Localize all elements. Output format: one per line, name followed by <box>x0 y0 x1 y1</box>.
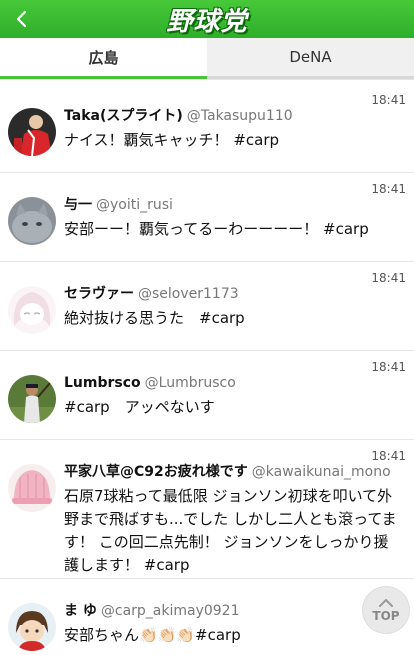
tweet-text: 安部ちゃん👏🏻👏🏻👏🏻#carp <box>64 626 241 644</box>
avatar[interactable] <box>8 603 56 651</box>
user-name[interactable]: セラヴァー <box>64 286 134 302</box>
scroll-to-top-button[interactable]: TOP <box>363 587 409 633</box>
tweet-text: 石原7球粘って最低限 ジョンソン初球を叩いて外野まで飛ばすも...でした しかし… <box>64 487 397 574</box>
tweet-text: 絶対抜ける思うた #carp <box>64 309 245 327</box>
tweet-time: 18:41 <box>371 93 406 107</box>
user-handle[interactable]: @carp_akimay0921 <box>101 603 240 619</box>
user-name[interactable]: 平家八草@C92お疲れ様です <box>64 464 248 480</box>
tweet-time: 18:41 <box>371 182 406 196</box>
tweet-item[interactable]: 18:41 Taka(スプライト) @Takasupu110 ナイス！覇気キャッチ… <box>0 84 414 173</box>
app-header: 野球党 <box>0 0 414 38</box>
user-name[interactable]: Taka(スプライト) <box>64 108 183 124</box>
user-handle[interactable]: @Takasupu110 <box>187 108 293 124</box>
tweet-text: ナイス！覇気キャッチ！ #carp <box>64 131 280 149</box>
tweet-text: #carp アッペないす <box>64 398 215 416</box>
tweet-item[interactable]: 18:41 Lumbrsco @Lumbrusco #carp アッペないす <box>0 351 414 440</box>
tweet-item[interactable]: 18:41 セラヴァー @selover1173 絶対抜ける思うた #carp <box>0 262 414 351</box>
tweet-time: 18:41 <box>371 449 406 463</box>
tweet-item[interactable]: 18:41 与一 @yoiti_rusi 安部ーー！覇気ってるーわーーーー！ #c… <box>0 173 414 262</box>
chevron-left-icon <box>16 10 27 28</box>
tweet-time: 18:41 <box>371 360 406 374</box>
tab-bar: 広島 DeNA <box>0 38 414 80</box>
chevron-up-icon <box>379 598 393 607</box>
tab-dena[interactable]: DeNA <box>207 38 414 79</box>
tweet-time: 18:41 <box>371 271 406 285</box>
tweet-feed: 18:41 Taka(スプライト) @Takasupu110 ナイス！覇気キャッチ… <box>0 84 414 655</box>
user-handle[interactable]: @yoiti_rusi <box>96 197 173 213</box>
avatar[interactable] <box>8 108 56 156</box>
app-logo[interactable]: 野球党 <box>166 1 247 38</box>
user-name[interactable]: ま ゆ <box>64 603 97 619</box>
user-name[interactable]: 与一 <box>64 197 92 213</box>
user-handle[interactable]: @selover1173 <box>138 286 239 302</box>
avatar[interactable] <box>8 286 56 334</box>
tweet-item[interactable]: 18:41 平家八草@C92お疲れ様です @kawaikunai_mono 石原7… <box>0 440 414 579</box>
tweet-item[interactable]: ま ゆ @carp_akimay0921 安部ちゃん👏🏻👏🏻👏🏻#carp <box>0 579 414 655</box>
avatar[interactable] <box>8 464 56 512</box>
tab-hiroshima[interactable]: 広島 <box>0 38 207 79</box>
tweet-text: 安部ーー！覇気ってるーわーーーー！ #carp <box>64 220 369 238</box>
user-name[interactable]: Lumbrsco <box>64 375 141 391</box>
user-handle[interactable]: @kawaikunai_mono <box>252 464 391 480</box>
back-button[interactable] <box>8 5 36 33</box>
avatar[interactable] <box>8 197 56 245</box>
avatar[interactable] <box>8 375 56 423</box>
user-handle[interactable]: @Lumbrusco <box>145 375 236 391</box>
top-label: TOP <box>372 608 400 623</box>
